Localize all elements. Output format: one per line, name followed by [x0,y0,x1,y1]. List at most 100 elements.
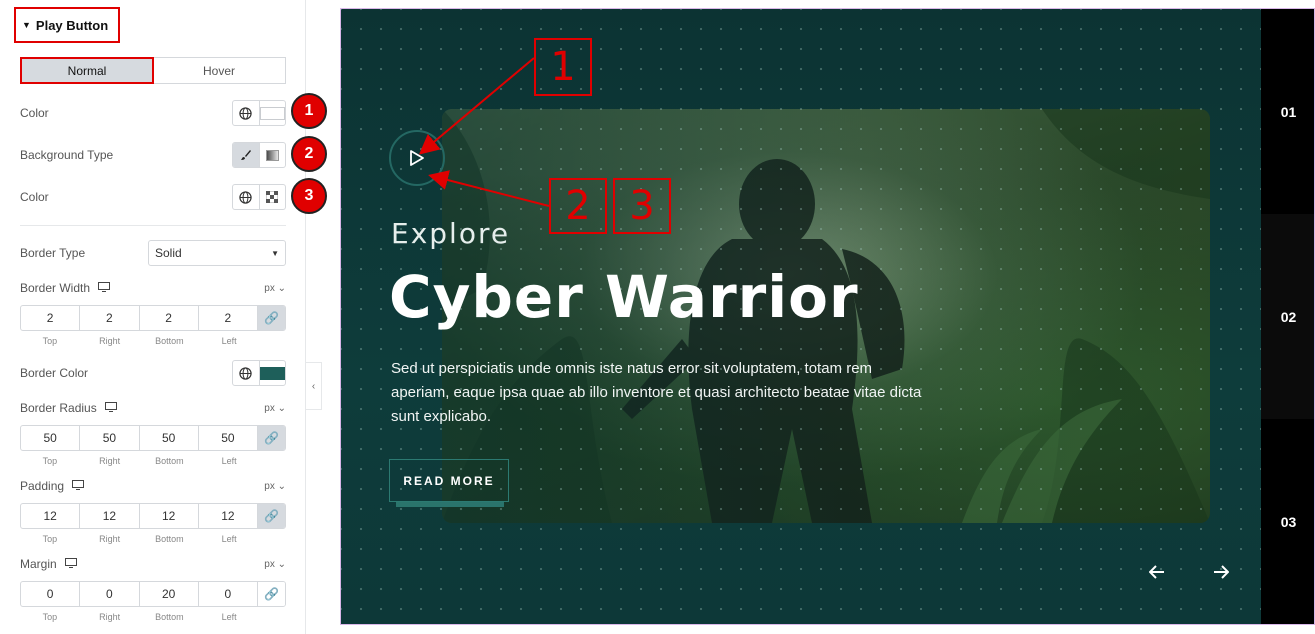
dim-labels: Top Right Bottom Left [20,456,259,466]
dim-label-left: Left [221,336,237,346]
border-radius-top[interactable]: 50 [21,426,81,450]
border-radius-bottom[interactable]: 50 [140,426,199,450]
slide-nav-item-01[interactable]: 01 [1261,9,1314,214]
border-radius-right[interactable]: 50 [80,426,140,450]
swatch [259,366,285,380]
desktop-icon[interactable] [98,281,111,295]
unit-label: px [264,558,275,570]
color-control [232,100,286,126]
tab-hover[interactable]: Hover [153,58,285,83]
border-width-top[interactable]: 2 [21,306,81,330]
border-type-label: Border Type [20,246,86,260]
margin-right[interactable]: 0 [80,582,140,606]
divider [20,225,286,226]
unit-selector[interactable]: px ⌄ [264,481,286,492]
border-radius-left[interactable]: 50 [199,426,258,450]
margin-left[interactable]: 0 [199,582,258,606]
annotation-3: 3 [613,178,671,234]
dim-labels: Top Right Bottom Left [20,612,259,622]
dim-label-right: Right [99,456,121,466]
button-underline [396,502,504,507]
padding-row: Padding px ⌄ [20,475,286,497]
slide-title: Cyber Warrior [389,263,859,331]
play-button[interactable] [389,130,445,186]
arrow-left-icon[interactable] [1148,562,1165,585]
slide-nav-item-03[interactable]: 03 [1261,419,1314,624]
color2-label: Color [20,190,49,204]
unit-label: px [264,282,275,294]
dim-label-right: Right [99,534,121,544]
background-type-row: Background Type [20,142,286,168]
link-icon[interactable]: 🔗 [258,582,285,606]
desktop-icon[interactable] [72,479,85,493]
padding-left[interactable]: 12 [199,504,258,528]
desktop-icon[interactable] [104,401,117,415]
margin-top[interactable]: 0 [21,582,81,606]
border-width-bottom[interactable]: 2 [140,306,199,330]
border-color-label: Border Color [20,366,89,380]
color-swatch-white[interactable] [258,101,285,125]
dim-label-top: Top [42,456,58,466]
dim-label-left: Left [221,534,237,544]
margin-label: Margin [20,557,57,571]
margin-bottom[interactable]: 20 [140,582,199,606]
unit-label: px [264,402,275,414]
gradient-icon[interactable] [258,143,286,167]
collapse-panel-button[interactable]: ‹ [306,362,322,410]
border-color-swatch[interactable] [258,361,285,385]
border-type-value: Solid [155,246,182,260]
border-type-row: Border Type Solid ▼ [20,240,286,266]
annotation-2: 2 [549,178,607,234]
read-more-button[interactable]: READ MORE [389,459,509,502]
padding-label: Padding [20,479,65,493]
border-width-inputs: 2 2 2 2 🔗 [20,305,286,331]
section-play-button[interactable]: ▼ Play Button [14,7,120,43]
caret-down-icon: ▼ [22,20,31,30]
border-width-right[interactable]: 2 [80,306,140,330]
dim-label-top: Top [42,336,58,346]
link-icon[interactable]: 🔗 [258,504,285,528]
link-icon[interactable]: 🔗 [258,306,285,330]
swatch [259,106,285,120]
padding-inputs: 12 12 12 12 🔗 [20,503,286,529]
padding-bottom[interactable]: 12 [140,504,199,528]
color-label: Color [20,106,49,120]
globe-icon[interactable] [233,185,259,209]
desktop-icon[interactable] [64,557,77,571]
dim-labels: Top Right Bottom Left [20,534,259,544]
slide-nav: 01 02 03 [1261,9,1314,624]
border-width-left[interactable]: 2 [199,306,258,330]
chevron-left-icon: ‹ [311,380,316,392]
globe-icon[interactable] [233,361,259,385]
dim-label-right: Right [99,612,121,622]
annotation-1: 1 [534,38,592,96]
dim-labels: Top Right Bottom Left [20,336,259,346]
color2-row: Color [20,184,286,210]
unit-selector[interactable]: px ⌄ [264,403,286,414]
play-icon [410,150,424,166]
dim-label-bottom: Bottom [155,456,184,466]
border-radius-row: Border Radius px ⌄ [20,397,286,419]
dim-label-bottom: Bottom [155,336,184,346]
border-type-select[interactable]: Solid ▼ [148,240,286,266]
border-color-control [232,360,286,386]
unit-selector[interactable]: px ⌄ [264,559,286,570]
link-icon[interactable]: 🔗 [258,426,285,450]
badge-1: 1 [291,93,327,129]
border-radius-inputs: 50 50 50 50 🔗 [20,425,286,451]
dim-label-top: Top [42,534,58,544]
tab-normal[interactable]: Normal [20,57,154,84]
dim-label-right: Right [99,336,121,346]
slider-preview: Explore Cyber Warrior Sed ut perspiciati… [340,8,1315,625]
padding-right[interactable]: 12 [80,504,140,528]
padding-top[interactable]: 12 [21,504,81,528]
badge-3: 3 [291,178,327,214]
brush-icon[interactable] [233,143,259,167]
arrow-right-icon[interactable] [1213,562,1230,585]
dim-label-bottom: Bottom [155,534,184,544]
transparent-swatch-icon[interactable] [258,185,286,209]
globe-icon[interactable] [233,101,259,125]
slide-nav-item-02[interactable]: 02 [1261,214,1314,419]
border-width-label: Border Width [20,281,91,295]
unit-selector[interactable]: px ⌄ [264,283,286,294]
